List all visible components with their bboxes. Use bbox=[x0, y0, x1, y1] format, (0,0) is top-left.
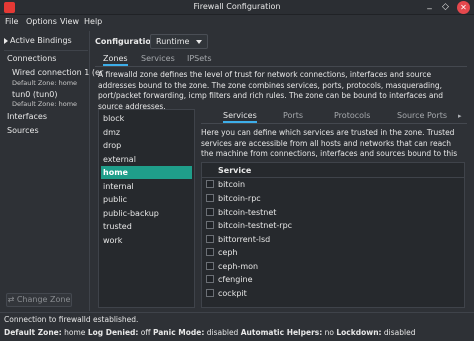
window-title: Firewall Configuration bbox=[193, 2, 281, 11]
menu-file[interactable]: File bbox=[5, 17, 18, 26]
zone-item-public[interactable]: public bbox=[101, 193, 192, 206]
services-table: Service bitcoin bitcoin-rpc bitcoin-test… bbox=[201, 162, 465, 308]
subtab-scroll-right-icon[interactable]: ▸ bbox=[458, 112, 462, 120]
connection-tun0[interactable]: tun0 (tun0) bbox=[12, 90, 58, 99]
menu-bar: File Options View Help bbox=[0, 15, 474, 29]
service-label: ceph-mon bbox=[218, 262, 259, 271]
service-label: bittorrent-lsd bbox=[218, 235, 271, 244]
menu-options[interactable]: Options bbox=[26, 17, 57, 26]
change-zone-label: Change Zone bbox=[16, 295, 71, 304]
service-checkbox[interactable] bbox=[206, 289, 214, 297]
log-denied-value: off bbox=[140, 328, 151, 337]
zone-item-dmz[interactable]: dmz bbox=[101, 126, 192, 139]
panic-mode-label: Panic Mode: bbox=[152, 328, 205, 337]
service-label: bitcoin-testnet-rpc bbox=[218, 221, 293, 230]
menu-help[interactable]: Help bbox=[84, 17, 102, 26]
zone-description: A firewalld zone defines the level of tr… bbox=[98, 70, 444, 111]
service-checkbox[interactable] bbox=[206, 262, 214, 270]
zone-item-home[interactable]: home bbox=[101, 166, 192, 179]
active-bindings-sidebar: Active Bindings Connections Wired connec… bbox=[2, 31, 103, 311]
interfaces-heading: Interfaces bbox=[7, 112, 47, 121]
tab-services[interactable]: Services bbox=[141, 52, 175, 66]
service-checkbox[interactable] bbox=[206, 208, 214, 216]
service-row: bittorrent-lsd bbox=[206, 233, 456, 246]
connection-wired-zone: Default Zone: home bbox=[12, 79, 78, 87]
configuration-select[interactable]: Runtime bbox=[150, 34, 208, 49]
default-zone-value: home bbox=[64, 328, 86, 337]
service-row: bitcoin-testnet-rpc bbox=[206, 219, 456, 232]
service-label: bitcoin-rpc bbox=[218, 194, 261, 203]
tab-zones[interactable]: Zones bbox=[103, 52, 128, 66]
service-checkbox[interactable] bbox=[206, 275, 214, 283]
change-zone-button[interactable]: ⇄ Change Zone bbox=[6, 293, 72, 307]
service-checkbox[interactable] bbox=[206, 180, 214, 188]
subtab-protocols[interactable]: Protocols bbox=[334, 110, 370, 123]
lockdown-value: disabled bbox=[383, 328, 416, 337]
service-checkbox[interactable] bbox=[206, 248, 214, 256]
service-label: cfengine bbox=[218, 275, 253, 284]
zone-subtabs: Services Ports Protocols Source Ports bbox=[201, 110, 467, 123]
subtab-source-ports[interactable]: Source Ports bbox=[397, 110, 447, 123]
sidebar-divider bbox=[4, 50, 88, 51]
connections-heading: Connections bbox=[7, 54, 57, 63]
service-label: cockpit bbox=[218, 289, 247, 298]
service-row: ceph-mon bbox=[206, 260, 456, 273]
tabs-divider bbox=[95, 66, 467, 67]
service-row: bitcoin-testnet bbox=[206, 206, 456, 219]
minimize-button[interactable]: _ bbox=[423, 0, 436, 12]
zone-item-public-backup[interactable]: public-backup bbox=[101, 207, 192, 220]
connection-wired[interactable]: Wired connection 1 (er bbox=[12, 68, 103, 77]
close-button[interactable]: ✕ bbox=[457, 1, 470, 14]
service-row: bitcoin-rpc bbox=[206, 192, 456, 205]
active-bindings-toggle[interactable]: Active Bindings bbox=[4, 36, 72, 45]
title-bar: Firewall Configuration _ ◇ ✕ bbox=[0, 0, 474, 15]
zone-item-trusted[interactable]: trusted bbox=[101, 220, 192, 233]
service-label: ceph bbox=[218, 248, 238, 257]
subtab-services[interactable]: Services bbox=[223, 110, 257, 123]
service-checkbox[interactable] bbox=[206, 194, 214, 202]
subtab-ports[interactable]: Ports bbox=[283, 110, 303, 123]
zone-item-work[interactable]: work bbox=[101, 234, 192, 247]
zone-item-external[interactable]: external bbox=[101, 153, 192, 166]
main-tabs: Zones Services IPSets bbox=[95, 52, 467, 66]
lockdown-label: Lockdown: bbox=[336, 328, 382, 337]
zone-item-internal[interactable]: internal bbox=[101, 180, 192, 193]
log-denied-label: Log Denied: bbox=[87, 328, 139, 337]
status-divider bbox=[0, 312, 474, 313]
connection-status-message: Connection to firewalld established. bbox=[4, 315, 139, 324]
zone-item-block[interactable]: block bbox=[101, 112, 192, 125]
service-label: bitcoin bbox=[218, 180, 246, 189]
service-row: ceph bbox=[206, 246, 456, 259]
zone-item-drop[interactable]: drop bbox=[101, 139, 192, 152]
service-label: bitcoin-testnet bbox=[218, 208, 277, 217]
service-row: bitcoin bbox=[206, 178, 456, 191]
change-zone-icon: ⇄ bbox=[7, 295, 15, 304]
connection-tun0-zone: Default Zone: home bbox=[12, 100, 78, 108]
subtabs-divider bbox=[201, 123, 467, 124]
auto-helpers-label: Automatic Helpers: bbox=[240, 328, 323, 337]
panic-mode-value: disabled bbox=[206, 328, 239, 337]
service-checkbox[interactable] bbox=[206, 221, 214, 229]
tab-ipsets[interactable]: IPSets bbox=[187, 52, 212, 66]
auto-helpers-value: no bbox=[324, 328, 334, 337]
service-checkbox[interactable] bbox=[206, 235, 214, 243]
sources-heading: Sources bbox=[7, 126, 39, 135]
services-column-header[interactable]: Service bbox=[218, 166, 251, 175]
default-zone-label: Default Zone: bbox=[4, 328, 62, 337]
service-row: cockpit bbox=[206, 287, 456, 300]
service-row: cfengine bbox=[206, 273, 456, 286]
menu-view[interactable]: View bbox=[60, 17, 79, 26]
status-bar: Default Zone: home Log Denied: off Panic… bbox=[4, 328, 472, 337]
maximize-button[interactable]: ◇ bbox=[439, 1, 452, 14]
zone-list: block dmz drop external home internal pu… bbox=[98, 109, 195, 308]
